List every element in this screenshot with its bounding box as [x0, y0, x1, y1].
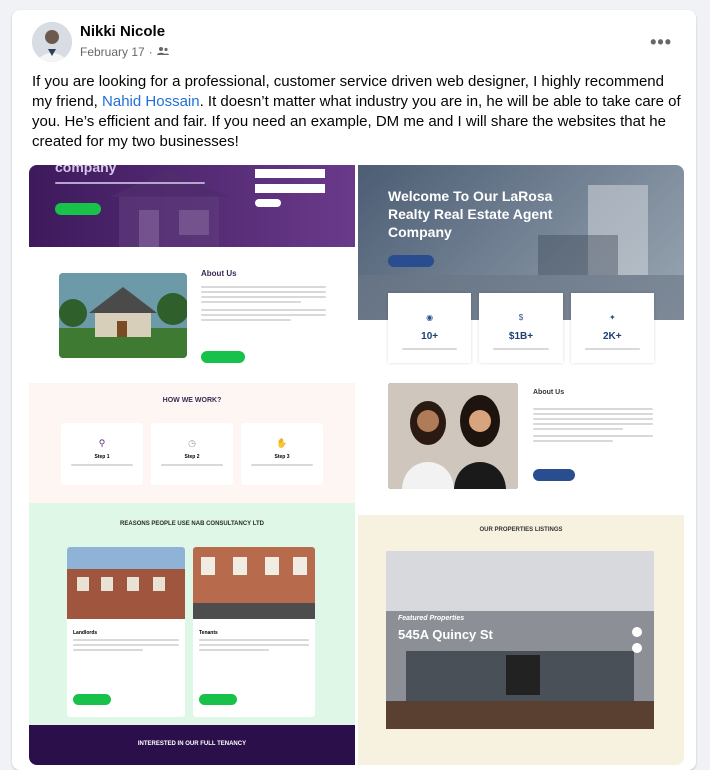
building-photo [193, 547, 315, 619]
mention-link[interactable]: Nahid Hossain [102, 93, 200, 110]
stat-value: $1B+ [508, 331, 534, 342]
separator-dot: · [148, 45, 153, 59]
post-text: If you are looking for a professional, c… [32, 72, 682, 152]
stat-card: $ $1B+ [479, 293, 563, 363]
stat-value: 2K+ [603, 331, 622, 342]
property-address: 545A Quincy St [398, 627, 493, 642]
photo-gallery[interactable]: company About Us HOW WE WORK? ⚲ Step 1 ◷… [29, 165, 684, 765]
about-text [201, 283, 326, 324]
globe-icon: ◉ [426, 313, 434, 322]
step-card: ◷ Step 2 [151, 423, 233, 485]
steps-row: ⚲ Step 1 ◷ Step 2 ✋ Step 3 [61, 423, 323, 485]
author-name[interactable]: Nikki Nicole [80, 23, 165, 40]
how-title: HOW WE WORK? [162, 397, 222, 404]
step-title: Step 2 [184, 454, 200, 460]
stats-row: ◉ 10+ $ $1B+ ✦ 2K+ [388, 293, 654, 363]
hero-subtext [55, 179, 215, 187]
clock-icon: ◷ [188, 438, 196, 448]
more-options-button[interactable]: ••• [650, 32, 672, 53]
about-button[interactable] [201, 351, 245, 363]
card-title: Landlords [73, 630, 98, 636]
post-date[interactable]: February 17 [80, 45, 145, 59]
about-button[interactable] [533, 469, 575, 481]
avatar[interactable] [32, 22, 72, 62]
listings-section: OUR PROPERTIES LISTINGS Featured Propert… [358, 515, 684, 765]
street-photo [67, 547, 185, 619]
website-screenshot-left[interactable]: company About Us HOW WE WORK? ⚲ Step 1 ◷… [29, 165, 355, 765]
reasons-section: REASONS PEOPLE USE NAB CONSULTANCY LTD L… [29, 503, 355, 725]
handshake-icon: ✋ [276, 438, 288, 448]
reasons-title: REASONS PEOPLE USE NAB CONSULTANCY LTD [120, 521, 264, 527]
about-title: About Us [201, 269, 237, 278]
featured-property-photo[interactable]: Featured Properties 545A Quincy St [386, 551, 654, 729]
star-icon: ✦ [608, 313, 616, 322]
card-title: Tenants [199, 630, 218, 636]
about-text [533, 405, 653, 445]
step-card: ⚲ Step 1 [61, 423, 143, 485]
landlords-card: Landlords [67, 547, 185, 717]
card-button[interactable] [199, 694, 237, 705]
hero-banner: company [29, 165, 355, 247]
hero-heading: company [55, 165, 117, 175]
search-icon: ⚲ [98, 438, 106, 448]
step-title: Step 3 [274, 454, 290, 460]
website-screenshot-right[interactable]: Welcome To Our LaRosa Realty Real Estate… [358, 165, 684, 765]
agents-photo [388, 383, 518, 489]
friends-icon[interactable] [156, 45, 169, 59]
step-card: ✋ Step 3 [241, 423, 323, 485]
listings-title: OUR PROPERTIES LISTINGS [479, 527, 563, 533]
card-button[interactable] [73, 694, 111, 705]
about-title: About Us [533, 389, 565, 396]
step-title: Step 1 [94, 454, 110, 460]
dollar-icon: $ [518, 313, 524, 322]
carousel-prev-button[interactable] [632, 627, 642, 637]
hero-form [255, 169, 325, 207]
form-input[interactable] [255, 184, 325, 193]
post-card: Nikki Nicole February 17 · ••• If you ar… [12, 10, 696, 770]
tenants-card: Tenants [193, 547, 315, 717]
hero-cta-button[interactable] [55, 203, 101, 215]
stat-value: 10+ [421, 331, 439, 342]
house-photo [59, 273, 187, 358]
hero-title: Welcome To Our LaRosa Realty Real Estate… [388, 188, 553, 240]
post-meta: February 17 · [80, 45, 169, 59]
form-submit-button[interactable] [255, 199, 281, 207]
featured-label: Featured Properties [398, 615, 465, 622]
carousel-next-button[interactable] [632, 643, 642, 653]
form-input[interactable] [255, 169, 325, 178]
hero-cta-button[interactable] [388, 255, 434, 267]
stat-card: ◉ 10+ [388, 293, 472, 363]
stat-card: ✦ 2K+ [570, 293, 654, 363]
bottom-title: INTERESTED IN OUR FULL TENANCY [137, 741, 247, 747]
bottom-banner: INTERESTED IN OUR FULL TENANCY [29, 725, 355, 765]
how-we-work-section: HOW WE WORK? ⚲ Step 1 ◷ Step 2 ✋ Step 3 [29, 383, 355, 503]
